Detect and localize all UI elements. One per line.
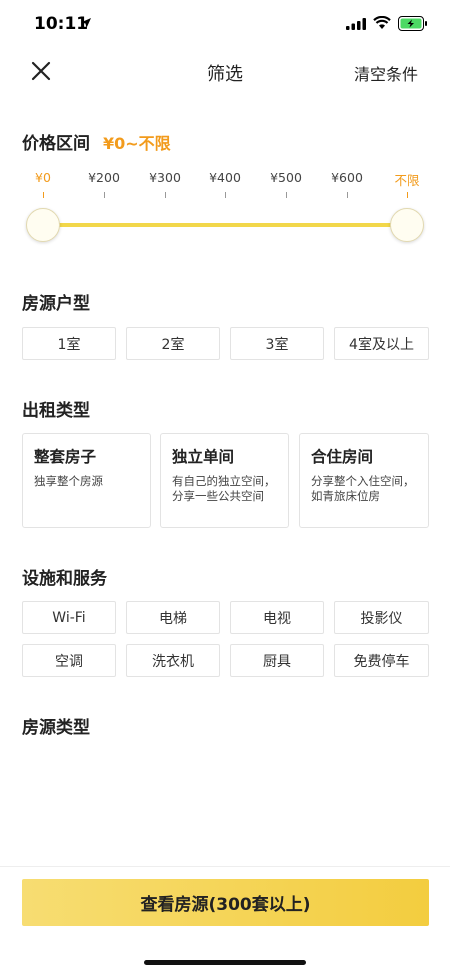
facility-free-parking[interactable]: 免费停车	[334, 644, 429, 677]
property-type-section-title: 房源类型	[22, 718, 90, 738]
clear-filters-button[interactable]: 清空条件	[354, 61, 418, 85]
rental-card-shared-room[interactable]: 合住房间 分享整个入住空间，如青旅床位房	[299, 433, 429, 528]
facility-air-conditioning[interactable]: 空调	[22, 644, 116, 677]
room-option-4-plus[interactable]: 4室及以上	[334, 327, 429, 360]
rental-type-section-title: 出租类型	[22, 401, 90, 421]
facility-projector[interactable]: 投影仪	[334, 601, 429, 634]
tick-mark	[43, 192, 44, 198]
slider-handle-max[interactable]	[390, 208, 424, 242]
room-option-1[interactable]: 1室	[22, 327, 116, 360]
cellular-signal-icon	[346, 18, 366, 30]
tick-label: 不限	[394, 173, 420, 188]
price-section-title: 价格区间	[22, 134, 90, 154]
tick-label: ¥0	[35, 170, 51, 185]
tick-label: ¥400	[209, 170, 241, 185]
location-arrow-icon	[81, 18, 91, 28]
bottom-divider	[0, 866, 450, 867]
tick-label: ¥600	[331, 170, 363, 185]
tick-label: ¥300	[149, 170, 181, 185]
tick-label: ¥500	[270, 170, 302, 185]
tick-mark	[407, 192, 408, 198]
room-option-3[interactable]: 3室	[230, 327, 324, 360]
card-title: 整套房子	[34, 448, 97, 466]
room-option-2[interactable]: 2室	[126, 327, 220, 360]
facilities-section-title: 设施和服务	[22, 569, 107, 589]
card-title: 独立单间	[172, 448, 235, 466]
card-description: 有自己的独立空间，分享一些公共空间	[172, 474, 276, 503]
card-title: 合住房间	[311, 448, 374, 466]
room-type-section-title: 房源户型	[22, 294, 90, 314]
rental-card-entire-home[interactable]: 整套房子 独享整个房源	[22, 433, 151, 528]
tick-mark	[347, 192, 348, 198]
facility-kitchenware[interactable]: 厨具	[230, 644, 324, 677]
battery-charging-icon	[398, 16, 427, 31]
status-bar: 10:11	[0, 0, 450, 48]
facility-elevator[interactable]: 电梯	[126, 601, 220, 634]
price-range-value: ¥0~不限	[103, 134, 171, 153]
facility-washing-machine[interactable]: 洗衣机	[126, 644, 220, 677]
price-ticks: ¥0 ¥200 ¥300 ¥400 ¥500 ¥600 不限	[22, 170, 428, 200]
slider-handle-min[interactable]	[26, 208, 60, 242]
price-range-slider[interactable]	[26, 208, 424, 242]
facility-tv[interactable]: 电视	[230, 601, 324, 634]
card-description: 分享整个入住空间，如青旅床位房	[311, 474, 415, 503]
tick-mark	[225, 192, 226, 198]
tick-label: ¥200	[88, 170, 120, 185]
card-description: 独享整个房源	[34, 474, 103, 488]
facility-wifi[interactable]: Wi-Fi	[22, 601, 116, 634]
header: 筛选 清空条件	[0, 48, 450, 96]
rental-card-private-room[interactable]: 独立单间 有自己的独立空间，分享一些公共空间	[160, 433, 289, 528]
wifi-icon	[373, 16, 391, 29]
tick-mark	[104, 192, 105, 198]
tick-mark	[286, 192, 287, 198]
view-listings-button[interactable]: 查看房源(300套以上)	[22, 879, 429, 926]
tick-mark	[165, 192, 166, 198]
home-indicator	[144, 960, 306, 965]
slider-track	[42, 223, 408, 227]
